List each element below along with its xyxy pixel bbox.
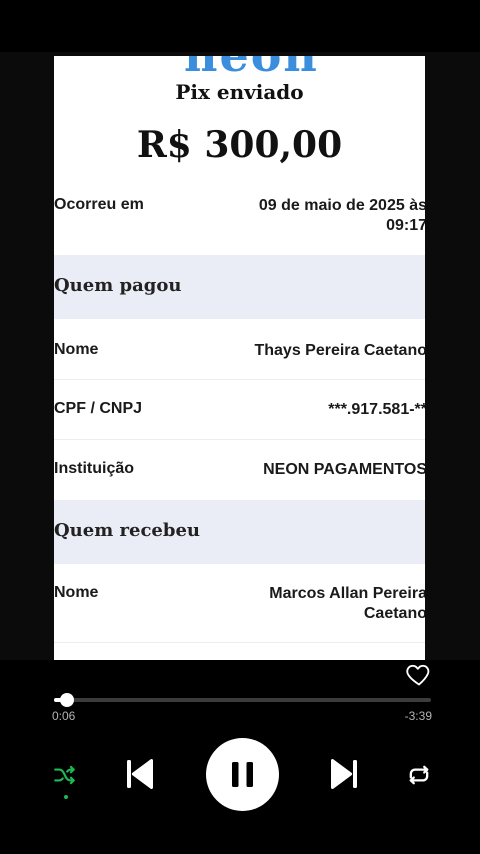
progress-bar[interactable]	[54, 693, 431, 707]
repeat-icon[interactable]	[405, 761, 433, 789]
pix-receipt: neon Pix enviado R$ 300,00 Ocorreu em 09…	[54, 56, 425, 660]
pause-button[interactable]	[206, 738, 279, 811]
top-bar	[0, 0, 480, 52]
divider	[54, 439, 425, 440]
payer-doc-label: CPF / CNPJ	[54, 400, 143, 417]
occurred-time: 09:17	[386, 217, 425, 234]
receiver-name-label: Nome	[54, 584, 99, 601]
payer-section-title: Quem pagou	[54, 275, 182, 296]
receiver-section-header: Quem recebeu	[54, 500, 425, 564]
payer-doc-value: ***.917.581-**	[328, 401, 425, 418]
occurred-date: 09 de maio de 2025 às	[258, 197, 425, 214]
remaining-time: -3:39	[404, 709, 432, 723]
divider	[54, 642, 425, 643]
receiver-name-line2: Caetano	[363, 605, 425, 622]
occurred-value: 09 de maio de 2025 às 09:17	[259, 196, 425, 236]
shuffle-icon[interactable]	[52, 762, 78, 788]
receiver-name-value: Marcos Allan Pereira Caetano	[269, 584, 425, 624]
shuffle-active-indicator	[64, 795, 68, 799]
transfer-amount: R$ 300,00	[136, 124, 343, 166]
elapsed-time: 0:06	[52, 709, 76, 723]
receipt-title: Pix enviado	[175, 80, 304, 104]
divider	[54, 379, 425, 380]
pause-icon	[232, 762, 253, 787]
payer-section-header: Quem pagou	[54, 255, 425, 319]
previous-icon[interactable]	[124, 757, 156, 791]
heart-icon[interactable]	[405, 660, 433, 688]
payer-name-label: Nome	[54, 341, 99, 358]
payer-name-value: Thays Pereira Caetano	[254, 342, 425, 359]
payer-institution-label: Instituição	[54, 460, 135, 477]
receiver-name-line1: Marcos Allan Pereira	[269, 585, 425, 602]
bank-logo: neon	[184, 56, 319, 82]
payer-institution-value: NEON PAGAMENTOS	[263, 461, 425, 478]
occurred-label: Ocorreu em	[54, 196, 144, 213]
receiver-section-title: Quem recebeu	[54, 520, 201, 541]
next-icon[interactable]	[328, 757, 360, 791]
